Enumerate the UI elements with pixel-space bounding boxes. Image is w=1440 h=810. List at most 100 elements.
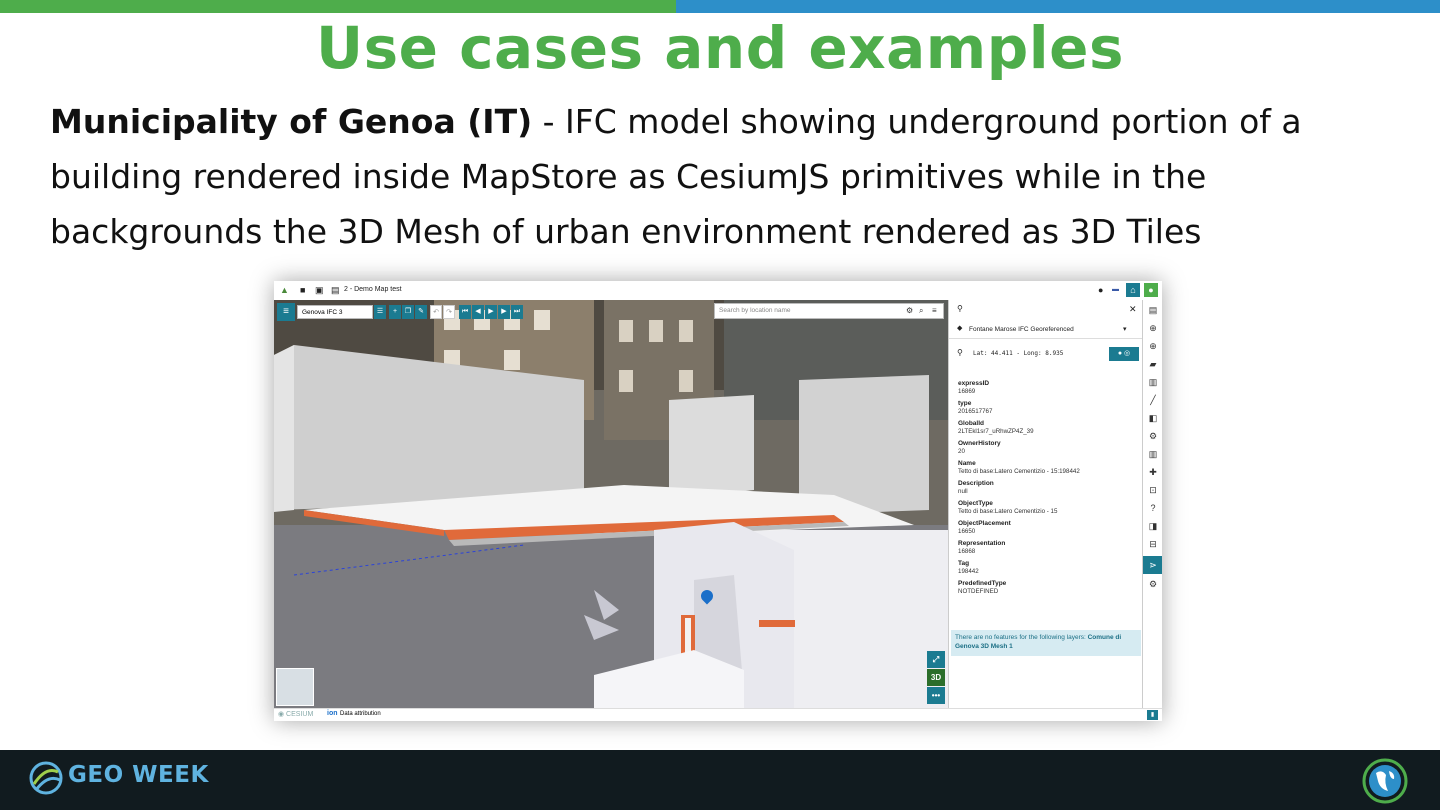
attribute-value: Tetto di base:Latero Cementizio - 15:198…: [958, 468, 1080, 475]
attribute-item: PredefinedType NOTDEFINED: [958, 580, 1138, 596]
plugin-icon[interactable]: ✚: [1143, 466, 1162, 478]
attribute-key: PredefinedType: [958, 580, 1007, 587]
selected-layer-label[interactable]: Genova IFC 3: [297, 305, 373, 319]
undo-button[interactable]: ↶: [430, 305, 442, 319]
panel-header: ⚲ ✕: [949, 304, 1143, 316]
slide-title: Use cases and examples: [316, 14, 1124, 82]
upload-icon[interactable]: ⊕: [1143, 322, 1162, 334]
attribute-key: type: [958, 400, 972, 407]
attribute-item: Representation 16868: [958, 540, 1138, 556]
map-book-icon[interactable]: ◧: [1143, 412, 1162, 424]
footer-brand: GEO WEEK: [68, 762, 209, 788]
save-as-icon[interactable]: ▣: [315, 285, 324, 295]
attribute-value: 16650: [958, 528, 976, 535]
footer-action-icon[interactable]: ▮: [1147, 710, 1158, 720]
layer-selector[interactable]: ◆ Fontane Marose IFC Georeferenced ▾: [949, 324, 1143, 339]
attribute-item: GlobalId 2LTEkl1sr7_uRhwZP4Z_39: [958, 420, 1138, 436]
coordinates-readout: Lat: 44.411 - Long: 8.935: [973, 350, 1064, 357]
coordinates-row: ⚲ Lat: 44.411 - Long: 8.935 ● ◎: [949, 346, 1143, 362]
attribute-value: Tetto di base:Latero Cementizio - 15: [958, 508, 1058, 515]
background-selector-thumbnail[interactable]: [276, 668, 314, 706]
chevron-down-icon[interactable]: ▾: [1123, 325, 1127, 333]
help-icon[interactable]: ?: [1143, 502, 1162, 514]
scene-render: [274, 300, 948, 708]
notice-text: There are no features for the following …: [955, 634, 1088, 641]
search-bar[interactable]: Search by location name ⚙ ⌕ ≡: [714, 303, 944, 319]
book-icon[interactable]: ◨: [1143, 520, 1162, 532]
fullscreen-button[interactable]: ⤢: [927, 651, 945, 668]
close-icon[interactable]: ✕: [1129, 304, 1137, 315]
edit-layer-button[interactable]: ✎: [415, 305, 427, 319]
styler-icon[interactable]: ▥: [1143, 448, 1162, 460]
attribute-list: expressID 16869 type 2016517767 GlobalId 2L…: [958, 380, 1138, 600]
timeline-first-button[interactable]: ⏮: [459, 305, 471, 319]
folder-icon[interactable]: ▰: [1143, 358, 1162, 370]
tools-gear-icon[interactable]: ⚙: [1143, 578, 1162, 590]
timeline-prev-button[interactable]: ◀: [472, 305, 484, 319]
attribute-item: Tag 198442: [958, 560, 1138, 576]
attribute-key: Representation: [958, 540, 1006, 547]
timeline-play-button[interactable]: ▶: [485, 305, 497, 319]
home-button[interactable]: ⌂: [1126, 283, 1140, 297]
attribute-key: Name: [958, 460, 976, 467]
menu-icon[interactable]: ≡: [932, 304, 937, 318]
top-accent-blue: [676, 0, 1440, 13]
settings-icon[interactable]: ⚙: [1143, 430, 1162, 442]
timeline-next-button[interactable]: ▶: [498, 305, 510, 319]
attribute-value: NOTDEFINED: [958, 588, 999, 595]
coordinate-actions-button[interactable]: ● ◎: [1109, 347, 1139, 361]
attribute-item: Name Tetto di base:Latero Cementizio - 15…: [958, 460, 1138, 476]
layers-toc-button[interactable]: ≡: [277, 303, 295, 321]
language-flag-icon[interactable]: ▬: [1112, 285, 1119, 295]
description-bold: Municipality of Genoa (IT): [50, 102, 533, 141]
attribute-item: OwnerHistory 20: [958, 440, 1138, 456]
save-icon[interactable]: ■: [300, 285, 305, 295]
geo-week-logo-icon: [29, 761, 63, 795]
redo-button[interactable]: ↷: [443, 305, 455, 319]
search-icon[interactable]: ⌕: [919, 304, 923, 318]
app-topbar: ▲ ■ ▣ ▤ 2 - Demo Map test ● ▬ ⌂ ●: [274, 281, 1162, 301]
view-mode-button[interactable]: 3D: [927, 669, 945, 686]
slide-footer: [0, 750, 1440, 810]
attribute-item: Description null: [958, 480, 1138, 496]
add-layer-button[interactable]: +: [389, 305, 401, 319]
user-icon[interactable]: ●: [1144, 283, 1158, 297]
copy-layer-button[interactable]: ❐: [402, 305, 414, 319]
attribute-key: Tag: [958, 560, 970, 567]
map-3d-viewport[interactable]: ≡ Genova IFC 3 ☰ + ❐ ✎ ↶ ↷ ⏮ ◀ ▶ ▶ ⏭ Sea…: [274, 300, 948, 708]
catalog-icon[interactable]: ▥: [1143, 376, 1162, 388]
document-icon[interactable]: ▤: [1143, 304, 1162, 316]
more-options-button[interactable]: •••: [927, 687, 945, 704]
slide-description: Municipality of Genoa (IT) - IFC model s…: [50, 94, 1400, 259]
map-details-icon[interactable]: ▤: [331, 285, 340, 295]
data-attribution-link[interactable]: Data attribution: [340, 711, 381, 717]
pin-icon: ⚲: [957, 348, 963, 357]
top-accent-green: [0, 0, 676, 13]
layer-select-value[interactable]: Fontane Marose IFC Georeferenced: [969, 326, 1074, 333]
app-footer-bar: ◉ CESIUM ion Data attribution ▮: [274, 708, 1162, 721]
timeline-last-button[interactable]: ⏭: [511, 305, 523, 319]
ion-logo: ion: [327, 710, 338, 717]
mapstore-screenshot: ▲ ■ ▣ ▤ 2 - Demo Map test ● ▬ ⌂ ● ≡ Geno…: [274, 281, 1162, 721]
search-input[interactable]: Search by location name: [719, 307, 791, 314]
attribute-item: ObjectType Tetto di base:Latero Cementizi…: [958, 500, 1138, 516]
download-icon[interactable]: ⊕: [1143, 340, 1162, 352]
info-icon[interactable]: ●: [1098, 285, 1103, 295]
attribute-key: ObjectPlacement: [958, 520, 1011, 527]
measure-icon[interactable]: ╱: [1143, 394, 1162, 406]
attribute-value: null: [958, 488, 968, 495]
print-icon[interactable]: ⊟: [1143, 538, 1162, 550]
attribute-item: type 2016517767: [958, 400, 1138, 416]
tools-sidebar: ▤ ⊕ ⊕ ▰ ▥ ╱ ◧ ⚙ ▥ ✚ ⊡ ? ◨ ⊟ ⋗ ⚙: [1142, 300, 1162, 708]
attribute-key: Description: [958, 480, 994, 487]
no-features-notice: There are no features for the following …: [951, 630, 1141, 656]
map-title: 2 - Demo Map test: [344, 286, 402, 293]
gear-icon[interactable]: ⚙: [906, 304, 913, 318]
home-map-icon[interactable]: ▲: [280, 285, 289, 295]
identify-tool-icon[interactable]: ⋗: [1143, 556, 1162, 574]
attribute-item: expressID 16869: [958, 380, 1138, 396]
layer-list-button[interactable]: ☰: [374, 305, 386, 319]
attribute-value: 198442: [958, 568, 979, 575]
attribute-value: 2LTEkl1sr7_uRhwZP4Z_39: [958, 428, 1034, 435]
share-icon[interactable]: ⊡: [1143, 484, 1162, 496]
